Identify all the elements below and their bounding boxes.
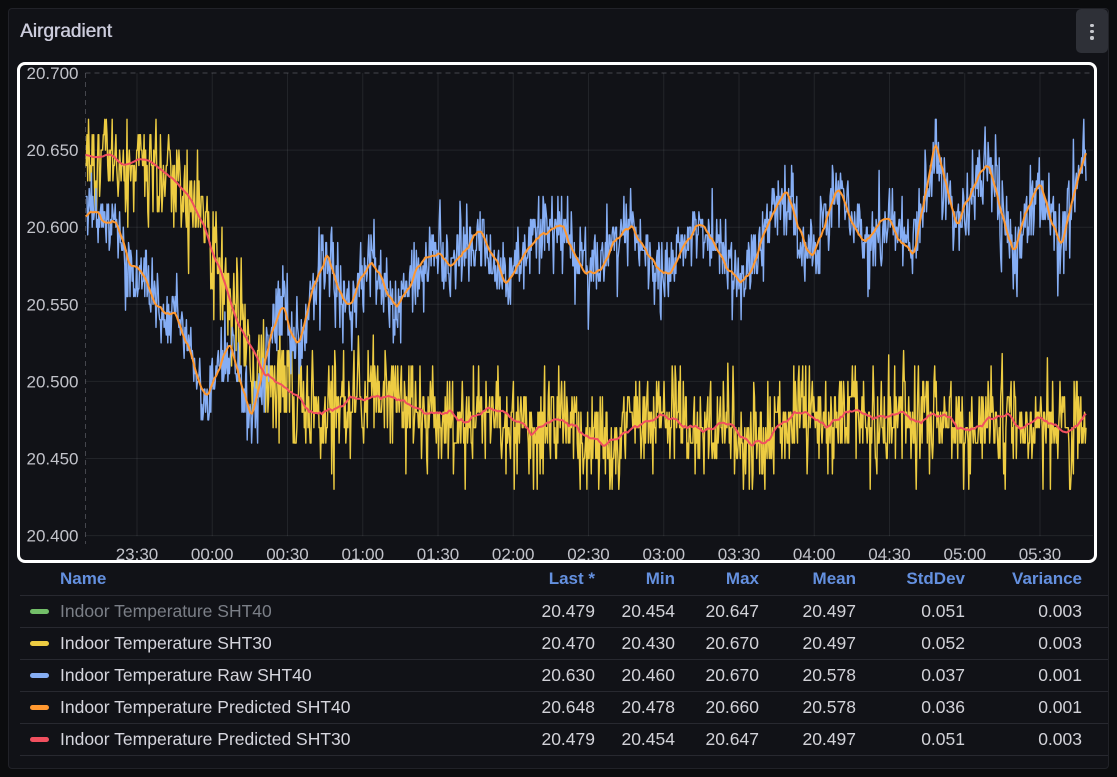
svg-text:05:00: 05:00 [944, 545, 987, 564]
svg-text:20.650: 20.650 [27, 141, 79, 160]
svg-text:02:00: 02:00 [492, 545, 535, 564]
svg-text:01:30: 01:30 [417, 545, 460, 564]
svg-text:03:00: 03:00 [643, 545, 686, 564]
svg-text:20.600: 20.600 [27, 218, 79, 237]
svg-text:00:30: 00:30 [266, 545, 309, 564]
svg-text:20.450: 20.450 [27, 450, 79, 469]
svg-text:20.500: 20.500 [27, 372, 79, 391]
svg-text:20.400: 20.400 [27, 527, 79, 546]
svg-text:05:30: 05:30 [1019, 545, 1062, 564]
svg-text:04:30: 04:30 [868, 545, 911, 564]
svg-text:04:00: 04:00 [793, 545, 836, 564]
svg-text:02:30: 02:30 [567, 545, 610, 564]
svg-text:01:00: 01:00 [342, 545, 385, 564]
svg-text:20.550: 20.550 [27, 295, 79, 314]
svg-text:00:00: 00:00 [191, 545, 234, 564]
svg-text:23:30: 23:30 [116, 545, 159, 564]
svg-text:20.700: 20.700 [27, 64, 79, 83]
svg-text:03:30: 03:30 [718, 545, 761, 564]
